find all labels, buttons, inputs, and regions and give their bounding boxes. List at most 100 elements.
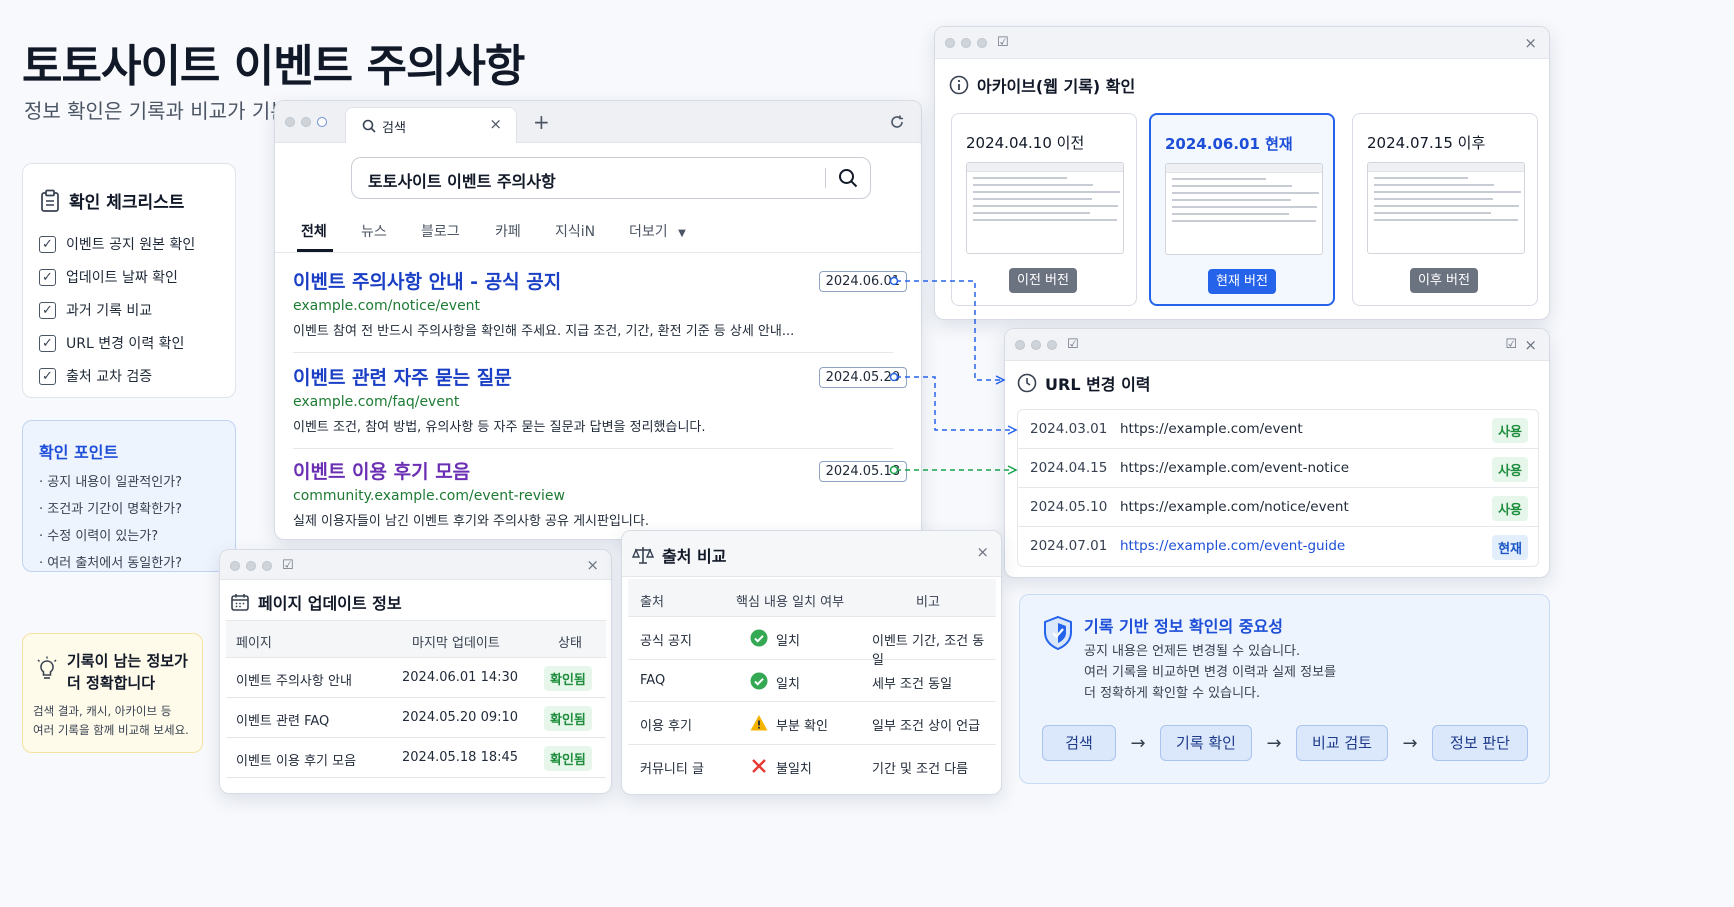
search-result[interactable]: 이벤트 주의사항 안내 - 공식 공지 example.com/notice/e…: [293, 267, 907, 353]
new-tab-button[interactable]: +: [533, 110, 550, 134]
result-url[interactable]: community.example.com/event-review: [293, 488, 893, 504]
tab-all[interactable]: 전체: [301, 221, 327, 241]
url-history-url[interactable]: https://example.com/notice/event: [1120, 499, 1349, 515]
window-dot[interactable]: [1047, 340, 1057, 350]
search-result[interactable]: 이벤트 관련 자주 묻는 질문 example.com/faq/event 이벤…: [293, 363, 907, 449]
url-history-date: 2024.04.15: [1030, 460, 1108, 476]
result-url[interactable]: example.com/notice/event: [293, 298, 893, 314]
step-judge[interactable]: 정보 판단: [1432, 725, 1528, 761]
close-tab-icon[interactable]: ×: [489, 115, 502, 133]
url-history-url[interactable]: https://example.com/event-notice: [1120, 460, 1349, 476]
tab-knowledge[interactable]: 지식iN: [555, 221, 595, 241]
column-header: 출처: [640, 595, 664, 610]
archive-version-button[interactable]: 현재 버전: [1208, 269, 1276, 294]
checklist-item[interactable]: ✓ 출처 교차 검증: [39, 366, 195, 386]
tab-more[interactable]: 더보기 ▼: [629, 221, 686, 241]
step-search[interactable]: 검색: [1042, 725, 1116, 761]
result-date-badge: 2024.06.01: [818, 271, 907, 292]
archive-version-button[interactable]: 이후 버전: [1410, 268, 1478, 293]
url-history-row: 2024.04.15 https://example.com/event-not…: [1018, 449, 1538, 488]
archive-version-card[interactable]: 2024.07.15 이후 이후 버전: [1352, 113, 1538, 306]
close-icon[interactable]: ×: [586, 556, 599, 574]
window-dot[interactable]: [230, 561, 240, 571]
checkbox-checked-icon[interactable]: ✓: [39, 235, 56, 253]
window-controls[interactable]: ☑: [230, 559, 294, 572]
url-history-url[interactable]: https://example.com/event-guide: [1120, 538, 1345, 554]
url-history-row: 2024.07.01 https://example.com/event-gui…: [1018, 527, 1538, 566]
search-submit-icon[interactable]: [838, 168, 858, 188]
step-record-check[interactable]: 기록 확인: [1160, 725, 1252, 761]
tip-card: 기록이 남는 정보가 더 정확합니다 검색 결과, 캐시, 아카이브 등 여러 …: [22, 633, 203, 753]
shield-check-icon: ☑: [1505, 337, 1517, 352]
checklist-item-label: 업데이트 날짜 확인: [66, 270, 178, 286]
window-dot[interactable]: [1015, 340, 1025, 350]
check-point-item: · 조건과 기간이 명확한가?: [39, 502, 183, 517]
archive-page-thumbnail: [966, 162, 1124, 254]
checkbox-checked-icon[interactable]: ✓: [39, 367, 56, 385]
checklist-card: 확인 체크리스트 ✓ 이벤트 공지 원본 확인 ✓ 업데이트 날짜 확인 ✓ 과거 기…: [22, 163, 236, 398]
importance-card: 기록 기반 정보 확인의 중요성 공지 내용은 언제든 변경될 수 있습니다. …: [1019, 594, 1550, 784]
close-icon[interactable]: ×: [1524, 34, 1537, 52]
compare-source: FAQ: [640, 672, 666, 688]
checkbox-checked-icon[interactable]: ✓: [39, 334, 56, 352]
checklist-item[interactable]: ✓ URL 변경 이력 확인: [39, 333, 195, 353]
refresh-icon[interactable]: [889, 114, 905, 130]
tab-news[interactable]: 뉴스: [361, 221, 387, 241]
checkbox-checked-icon[interactable]: ✓: [39, 268, 56, 286]
compare-match: 불일치: [776, 761, 812, 777]
update-header: 페이지 업데이트 정보: [230, 590, 402, 614]
check-points-card: 확인 포인트 · 공지 내용이 일관적인가? · 조건과 기간이 명확한가? ·…: [22, 420, 236, 572]
window-dot[interactable]: [1031, 340, 1041, 350]
archive-version-date: 2024.04.10 이전: [966, 134, 1085, 152]
window-dot[interactable]: [317, 117, 327, 127]
checklist-header: 확인 체크리스트: [39, 188, 184, 213]
archive-version-button[interactable]: 이전 버전: [1009, 268, 1077, 293]
checklist-item[interactable]: ✓ 이벤트 공지 원본 확인: [39, 234, 195, 254]
url-history-date: 2024.03.01: [1030, 421, 1108, 437]
tab-blog[interactable]: 블로그: [421, 221, 460, 241]
check-point-item: · 여러 출처에서 동일한가?: [39, 556, 183, 571]
checklist-item[interactable]: ✓ 업데이트 날짜 확인: [39, 267, 195, 287]
result-title[interactable]: 이벤트 관련 자주 묻는 질문: [293, 363, 893, 390]
check-icon: [750, 629, 768, 651]
caret-down-icon: ▼: [678, 228, 686, 239]
window-dot[interactable]: [246, 561, 256, 571]
scale-icon: [632, 547, 654, 564]
window-controls[interactable]: ☑: [945, 36, 1009, 49]
window-dot[interactable]: [961, 38, 971, 48]
archive-page-thumbnail: [1165, 163, 1323, 255]
window-dot[interactable]: [301, 117, 311, 127]
window-controls[interactable]: [285, 117, 327, 127]
window-dot[interactable]: [977, 38, 987, 48]
window-controls[interactable]: ☑: [1015, 338, 1079, 351]
archive-version-card[interactable]: 2024.06.01 현재 현재 버전: [1149, 113, 1335, 306]
column-header: 상태: [558, 636, 582, 651]
search-box[interactable]: 토토사이트 이벤트 주의사항: [351, 157, 871, 199]
tab-cafe[interactable]: 카페: [495, 221, 521, 241]
archive-version-card[interactable]: 2024.04.10 이전 이전 버전: [951, 113, 1137, 306]
close-icon[interactable]: ×: [976, 543, 989, 561]
result-title[interactable]: 이벤트 주의사항 안내 - 공식 공지: [293, 267, 893, 294]
check-point-item: · 공지 내용이 일관적인가?: [39, 475, 183, 490]
search-result[interactable]: 이벤트 이용 후기 모음 community.example.com/event…: [293, 457, 907, 537]
url-history-row: 2024.05.10 https://example.com/notice/ev…: [1018, 488, 1538, 527]
checklist-item-label: 이벤트 공지 원본 확인: [66, 237, 196, 253]
checkbox-checked-icon[interactable]: ✓: [39, 301, 56, 319]
compare-title: 출처 비교: [662, 547, 727, 566]
close-icon[interactable]: ×: [1524, 336, 1537, 354]
window-dot[interactable]: [262, 561, 272, 571]
browser-tab[interactable]: 검색 ×: [345, 107, 517, 143]
result-title[interactable]: 이벤트 이용 후기 모음: [293, 457, 893, 484]
url-history-url[interactable]: https://example.com/event: [1120, 421, 1303, 437]
window-dot[interactable]: [285, 117, 295, 127]
window-dot[interactable]: [945, 38, 955, 48]
window-titlebar: ☑ ☑ ×: [1005, 329, 1549, 361]
search-query[interactable]: 토토사이트 이벤트 주의사항: [368, 168, 556, 192]
archive-version-date: 2024.06.01 현재: [1165, 135, 1293, 153]
status-badge: 확인됨: [544, 666, 592, 691]
step-compare[interactable]: 비교 검토: [1296, 725, 1388, 761]
compare-source: 커뮤니티 글: [640, 761, 704, 777]
checklist-item[interactable]: ✓ 과거 기록 비교: [39, 300, 195, 320]
result-url[interactable]: example.com/faq/event: [293, 394, 893, 410]
importance-body-line: 공지 내용은 언제든 변경될 수 있습니다.: [1084, 644, 1301, 659]
